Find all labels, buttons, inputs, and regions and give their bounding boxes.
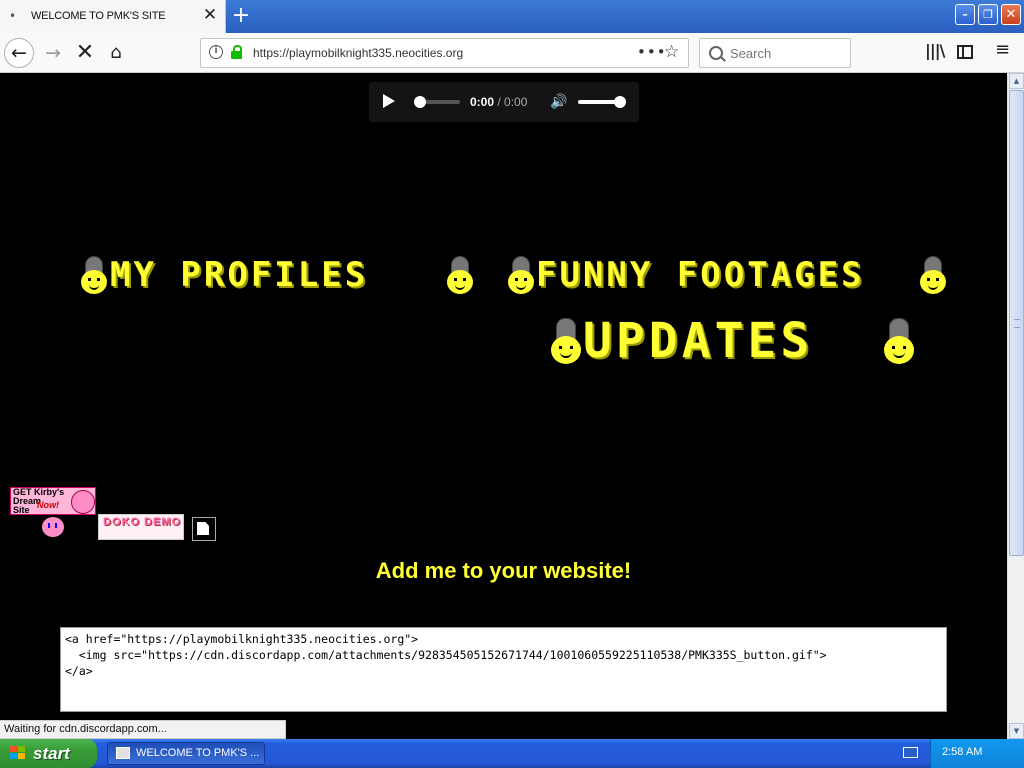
- search-icon: [709, 46, 723, 60]
- play-icon[interactable]: [383, 94, 395, 108]
- home-icon: ⌂: [110, 42, 122, 63]
- tab-close-button[interactable]: ✕: [200, 5, 220, 25]
- info-icon[interactable]: i: [209, 45, 223, 59]
- lock-icon[interactable]: [231, 45, 242, 59]
- tab-title: WELCOME TO PMK'S SITE: [31, 10, 166, 22]
- volume-icon[interactable]: 🔊: [550, 94, 567, 110]
- library-button[interactable]: |||\: [925, 41, 945, 60]
- status-bar: Waiting for cdn.discordapp.com...: [0, 720, 286, 739]
- window-app-icon: [116, 747, 130, 759]
- tray-clock[interactable]: 2:58 AM: [942, 746, 982, 758]
- audio-player: 0:00 / 0:00 🔊: [369, 82, 639, 122]
- navigation-toolbar: ← → ✕ ⌂ i https://playmobilknight335.neo…: [0, 33, 1024, 73]
- taskbar-window-button[interactable]: WELCOME TO PMK'S ...: [107, 742, 265, 765]
- keyboard-icon[interactable]: [903, 747, 918, 758]
- forward-button[interactable]: →: [38, 38, 68, 68]
- page-content: 0:00 / 0:00 🔊 MY PROFILES FUNNY FOOTAGES…: [0, 73, 1007, 739]
- embed-code-textarea[interactable]: [60, 627, 947, 712]
- start-label: start: [33, 744, 70, 763]
- volume-knob[interactable]: [614, 96, 626, 108]
- window-close-button[interactable]: ✕: [1001, 4, 1021, 25]
- nav-link-funny-footages[interactable]: FUNNY FOOTAGES: [536, 255, 865, 295]
- close-icon: ✕: [75, 40, 95, 65]
- tab-loading-icon: •: [9, 9, 17, 23]
- kirby-button-now: Now!: [37, 500, 59, 510]
- kirby-sprite-icon: [40, 517, 66, 537]
- home-button[interactable]: ⌂: [101, 38, 131, 68]
- address-bar[interactable]: i https://playmobilknight335.neocities.o…: [200, 38, 689, 68]
- tab-strip: • WELCOME TO PMK'S SITE ✕ + – ❐ ✕: [0, 0, 1024, 33]
- windows-taskbar: start WELCOME TO PMK'S ... 2:58 AM: [0, 739, 1024, 768]
- scroll-down-arrow-icon[interactable]: ▼: [1009, 723, 1024, 739]
- guard-emoji-icon: [508, 256, 534, 294]
- embed-heading: Add me to your website!: [375, 558, 632, 583]
- guard-emoji-icon: [447, 256, 473, 294]
- taskbar-window-title: WELCOME TO PMK'S ...: [136, 747, 260, 759]
- windows-flag-icon: [10, 746, 26, 761]
- new-tab-button[interactable]: +: [228, 3, 254, 29]
- vertical-scrollbar[interactable]: ▲ ▼: [1007, 73, 1024, 739]
- doko-demo-button[interactable]: DOKO DEMO: [98, 514, 184, 540]
- guard-emoji-icon: [551, 318, 581, 364]
- window-maximize-button[interactable]: ❐: [978, 4, 998, 25]
- page-actions-button[interactable]: •••: [637, 43, 667, 61]
- url-text[interactable]: https://playmobilknight335.neocities.org: [253, 46, 463, 60]
- audio-time-display: 0:00 / 0:00: [470, 95, 527, 109]
- stop-loading-button[interactable]: ✕: [70, 38, 100, 68]
- search-box[interactable]: [699, 38, 851, 68]
- sidebar-toggle-icon[interactable]: [957, 45, 973, 59]
- guard-emoji-icon: [81, 256, 107, 294]
- nav-link-my-profiles[interactable]: MY PROFILES: [110, 255, 368, 295]
- arrow-left-icon: ←: [11, 42, 27, 64]
- kirby-face-icon: [71, 490, 95, 514]
- start-button[interactable]: start: [0, 739, 97, 768]
- nav-link-updates[interactable]: UPDATES: [583, 313, 813, 369]
- kirby-dream-site-button[interactable]: GET Kirby's Dream Site Now!: [10, 487, 96, 515]
- broken-image-icon[interactable]: [192, 517, 216, 541]
- scroll-up-arrow-icon[interactable]: ▲: [1009, 73, 1024, 89]
- guard-emoji-icon: [884, 318, 914, 364]
- window-minimize-button[interactable]: –: [955, 4, 975, 25]
- guard-emoji-icon: [920, 256, 946, 294]
- audio-progress-knob[interactable]: [414, 96, 426, 108]
- search-input[interactable]: [730, 44, 845, 62]
- doko-demo-text: DOKO DEMO: [103, 516, 182, 528]
- arrow-right-icon: →: [45, 42, 61, 64]
- hamburger-menu-icon[interactable]: ≡: [995, 39, 1010, 60]
- scrollbar-thumb[interactable]: [1009, 90, 1024, 556]
- audio-time-separator: /: [494, 95, 505, 109]
- browser-tab[interactable]: • WELCOME TO PMK'S SITE ✕: [0, 0, 226, 33]
- bookmark-star-icon[interactable]: ☆: [664, 42, 679, 62]
- audio-current-time: 0:00: [470, 95, 495, 109]
- system-tray: 2:58 AM: [930, 739, 1024, 768]
- audio-duration: 0:00: [504, 95, 528, 109]
- back-button[interactable]: ←: [4, 38, 34, 68]
